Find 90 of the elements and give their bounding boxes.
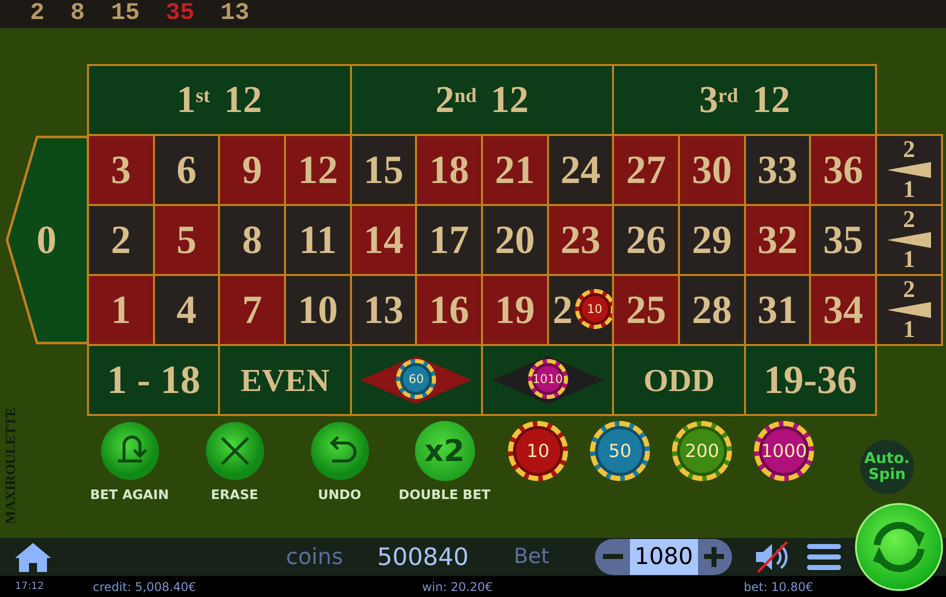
number-cell[interactable]: 19 [480,274,549,346]
number-cell[interactable]: 12 [284,134,352,206]
dozen-bet-cell[interactable]: 2$^{nd}$ 12 [350,64,614,136]
number-cell[interactable]: 35 [809,204,877,276]
double-icon: x2 [414,421,474,481]
coins-value: 500840 [377,542,469,573]
outside-bet-cell[interactable]: EVEN [218,344,352,416]
number-cell[interactable]: 23 [546,204,614,276]
spin-button[interactable] [857,505,941,589]
close-icon [204,421,264,481]
number-cell[interactable]: 15 [350,134,418,206]
number-cell[interactable]: 24 [546,134,614,206]
arrow-down-icon [100,421,160,481]
number-cell[interactable]: 11 [284,204,352,276]
bet-value: 1080 [630,539,698,575]
ratio-top-number: 2 [902,138,915,162]
history-number: 8 [70,2,85,26]
number-cell[interactable]: 28 [678,274,746,346]
clock-text: 17:12 [15,580,44,594]
credit-text: credit: 5,008.40€ [92,578,196,596]
ratio-top-number: 2 [902,278,915,302]
menu-icon[interactable] [807,542,842,572]
ratio-bottom-number: 1 [902,248,915,272]
coins-label: coins [286,544,344,572]
erase-button[interactable]: ERASE [182,421,287,506]
number-cell[interactable]: 26 [612,204,680,276]
number-cell[interactable]: 13 [350,274,418,346]
number-cell[interactable]: 20 [480,204,549,276]
number-cell[interactable]: 6 [152,134,220,206]
number-cell[interactable]: 21 [480,134,549,206]
number-cell[interactable]: 4 [152,274,220,346]
ratio-bottom-number: 1 [902,178,915,202]
number-cell[interactable]: 31 [744,274,812,346]
bet-chip: 10 [574,289,615,329]
chip-button[interactable]: 50 [590,421,650,481]
number-cell[interactable]: 2 10 [546,274,614,346]
number-cell[interactable]: 8 [218,204,286,276]
bet-total-text: bet: 10.80€ [744,578,814,596]
number-cell[interactable]: 34 [809,274,877,346]
outside-bet-cell[interactable]: ODD [612,344,746,416]
number-cell[interactable]: 25 [612,274,680,346]
number-cell[interactable]: 7 [218,274,286,346]
bet-stepper[interactable]: 1080 [595,539,732,575]
number-cell[interactable]: 32 [744,204,812,276]
column-bet-cell[interactable]: 2 1 [874,134,943,206]
triangle-icon [886,302,931,318]
number-cell[interactable]: 36 [809,134,877,206]
number-cell[interactable]: 9 [218,134,286,206]
number-cell[interactable]: 27 [612,134,680,206]
number-cell[interactable]: 29 [678,204,746,276]
dozen-bet-cell[interactable]: 3$^{rd}$ 12 [612,64,877,136]
double-bet-button[interactable]: x2 DOUBLE BET [392,421,497,506]
outside-bet-cell[interactable]: 1010 [480,344,614,416]
column-bet-cell[interactable]: 2 1 [874,204,943,276]
history-number: 2 [30,2,44,26]
dozen-bet-cell[interactable]: 1$^{st}$ 12 [87,64,352,136]
triangle-icon [886,232,931,248]
number-cell[interactable]: 2 [87,204,155,276]
number-cell[interactable]: 10 [284,274,352,346]
win-text: win: 20.20€ [422,578,493,596]
number-cell[interactable]: 33 [744,134,812,206]
bet-again-button[interactable]: BET AGAIN [77,421,182,506]
history-number: 35 [166,2,194,26]
number-cell[interactable]: 16 [415,274,483,346]
number-cell[interactable]: 1 [87,274,155,346]
chip-button[interactable]: 10 [508,421,568,481]
auto-spin-button[interactable]: Auto. Spin [860,440,914,494]
triangle-icon [886,162,931,178]
outside-bet-cell[interactable]: 1 - 18 [87,344,220,416]
outside-bet-cell[interactable]: 19-36 [744,344,877,416]
number-cell[interactable]: 5 [152,204,220,276]
chip-button[interactable]: 200 [672,421,732,481]
number-cell[interactable]: 18 [415,134,483,206]
history-number: 13 [220,2,250,26]
number-cell[interactable]: 3 [87,134,155,206]
home-icon[interactable] [14,541,52,573]
muted-speaker-icon[interactable] [754,541,790,573]
zero-cell[interactable]: 0 [5,135,88,345]
number-cell[interactable]: 14 [350,204,418,276]
history-number: 15 [110,2,140,26]
undo-button[interactable]: UNDO [287,421,392,506]
ratio-bottom-number: 1 [902,318,915,342]
number-cell[interactable]: 17 [415,204,483,276]
ratio-top-number: 2 [902,208,915,232]
number-cell[interactable]: 30 [678,134,746,206]
column-bet-cell[interactable]: 2 1 [874,274,943,346]
undo-icon [310,421,370,481]
bet-label: Bet [514,543,550,570]
chip-button[interactable]: 1000 [754,421,814,481]
outside-bet-cell[interactable]: 60 [350,344,483,416]
